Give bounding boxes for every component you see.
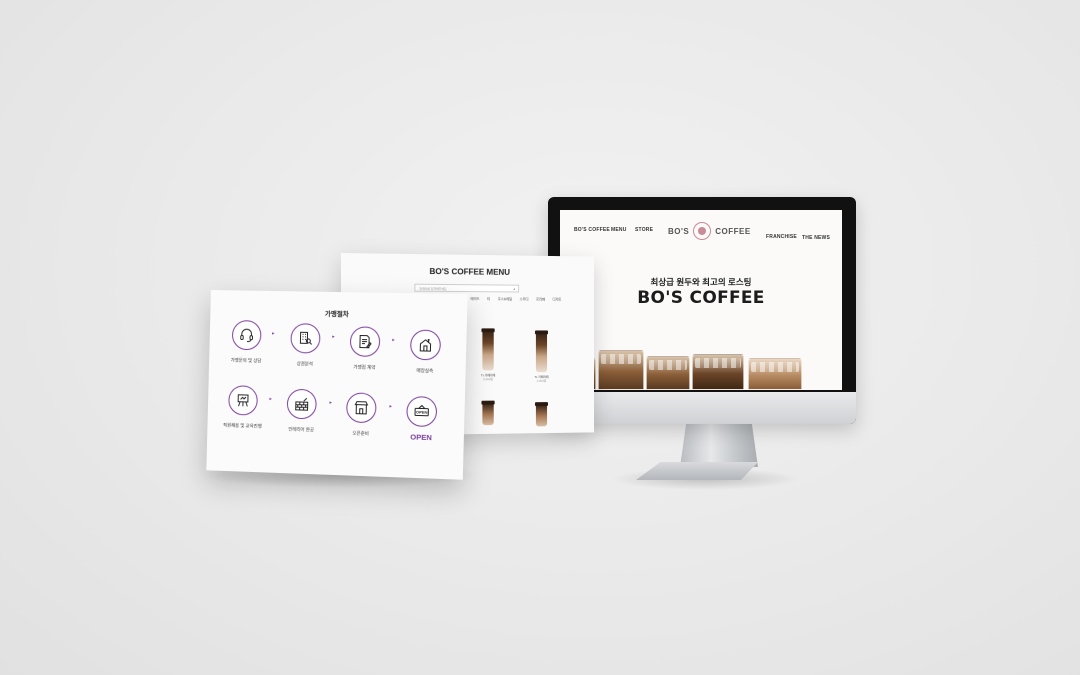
product-image — [482, 403, 494, 426]
arrow-right-icon: ▸ — [272, 330, 275, 337]
nav-menu-link[interactable]: MENU — [611, 227, 627, 233]
logo-text-left: BO'S — [668, 226, 690, 236]
menu-page-title: BO'S COFFEE MENU — [429, 266, 511, 277]
step-label: 오픈준비 — [352, 430, 369, 437]
process-title: 가맹절차 — [324, 310, 349, 319]
product-image — [535, 404, 548, 427]
tab-smoothie[interactable]: 스무디 — [518, 296, 531, 303]
contract-icon — [349, 326, 381, 358]
nav-brand-link[interactable]: BO'S COFFEE — [574, 227, 610, 233]
open-sign-icon: OPEN — [406, 395, 438, 428]
product-image — [535, 333, 548, 373]
training-board-icon — [228, 385, 259, 416]
site-nav: BO'S COFFEE MENU STORE BO'S COFFEE FRANC… — [560, 210, 842, 254]
nav-store-link[interactable]: STORE — [635, 227, 653, 233]
monitor-chin — [548, 392, 856, 424]
step-label: 가맹문의 및 상담 — [230, 357, 262, 364]
building-search-icon — [290, 323, 321, 354]
monitor: BO'S COFFEE MENU STORE BO'S COFFEE FRANC… — [548, 197, 856, 424]
monitor-stand-neck — [680, 423, 758, 467]
coffee-glass-image — [748, 358, 802, 390]
menu-search-input[interactable]: 검색어를 입력해주세요 ⌕ — [414, 283, 520, 293]
storefront-icon — [345, 392, 377, 424]
search-icon[interactable]: ⌕ — [513, 287, 515, 292]
step-store-measure: 매장실측 — [394, 329, 456, 375]
step-label: 매장실측 — [416, 367, 434, 374]
nav-news-link[interactable]: THE NEWS — [802, 235, 830, 241]
hero-title: BO'S COFFEE — [637, 288, 765, 308]
step-open: OPEN OPEN — [391, 395, 453, 443]
logo-emblem-icon — [693, 222, 712, 240]
step-inquiry: 가맹문의 및 상담 — [217, 320, 277, 365]
headset-icon — [231, 320, 262, 351]
step-label: 인테리어 완공 — [288, 426, 315, 433]
nav-franchise-link[interactable]: FRANCHISE — [766, 234, 797, 240]
product-price: 0,000원 — [483, 377, 493, 382]
tab-frappe[interactable]: 프라페 — [534, 296, 547, 303]
hero-coffee-image — [560, 334, 842, 390]
logo-text-right: COFFEE — [715, 226, 751, 236]
coffee-glass-image — [692, 354, 744, 390]
brick-wall-icon — [286, 388, 317, 420]
menu-search-placeholder: 검색어를 입력해주세요 — [419, 286, 447, 291]
monitor-stand-foot — [636, 462, 758, 480]
monitor-screen: BO'S COFFEE MENU STORE BO'S COFFEE FRANC… — [560, 210, 842, 390]
franchise-process-panel: 가맹절차 가맹문의 및 상담 ▸ 상권분석 ▸ 가맹점 계약 ▸ 매장실측 직원… — [206, 290, 468, 480]
tab-dessert[interactable]: 디저트 — [551, 297, 564, 304]
tab-ade[interactable]: 에이드 — [468, 296, 481, 303]
store-measure-icon — [409, 329, 442, 361]
open-sign-text: OPEN — [416, 410, 428, 415]
mockup-scene: BO'S COFFEE MENU STORE BO'S COFFEE FRANC… — [0, 0, 1080, 675]
step-label: 상권분석 — [296, 361, 314, 367]
product-card[interactable] — [475, 403, 501, 426]
step-open-prep: 오픈준비 — [331, 392, 392, 438]
coffee-glass-image — [598, 350, 644, 390]
coffee-glass-image — [646, 356, 690, 390]
product-card[interactable] — [528, 404, 554, 427]
step-training: 직원채용 및 교육진행 — [213, 385, 272, 430]
step-interior: 인테리어 완공 — [272, 388, 332, 434]
step-label: 가맹점 계약 — [353, 364, 376, 370]
tab-juice[interactable]: 주스&케일 — [496, 296, 514, 303]
product-image — [482, 331, 494, 371]
step-contract: 가맹점 계약 — [334, 326, 395, 371]
step-label: 직원채용 및 교육진행 — [223, 422, 262, 429]
hero-subtitle: 최상급 원두와 최고의 로스팅 — [650, 277, 752, 287]
step-area-analysis: 상권분석 — [275, 323, 335, 368]
product-card[interactable]: TL 카페라떼 0,000원 — [475, 331, 501, 381]
product-card[interactable]: TL 카페라떼 0,000원 — [528, 333, 554, 383]
tab-tea[interactable]: 티 — [485, 296, 492, 303]
site-logo[interactable]: BO'S COFFEE — [668, 222, 751, 240]
product-price: 0,000원 — [536, 378, 547, 383]
step-open-label: OPEN — [410, 432, 432, 443]
